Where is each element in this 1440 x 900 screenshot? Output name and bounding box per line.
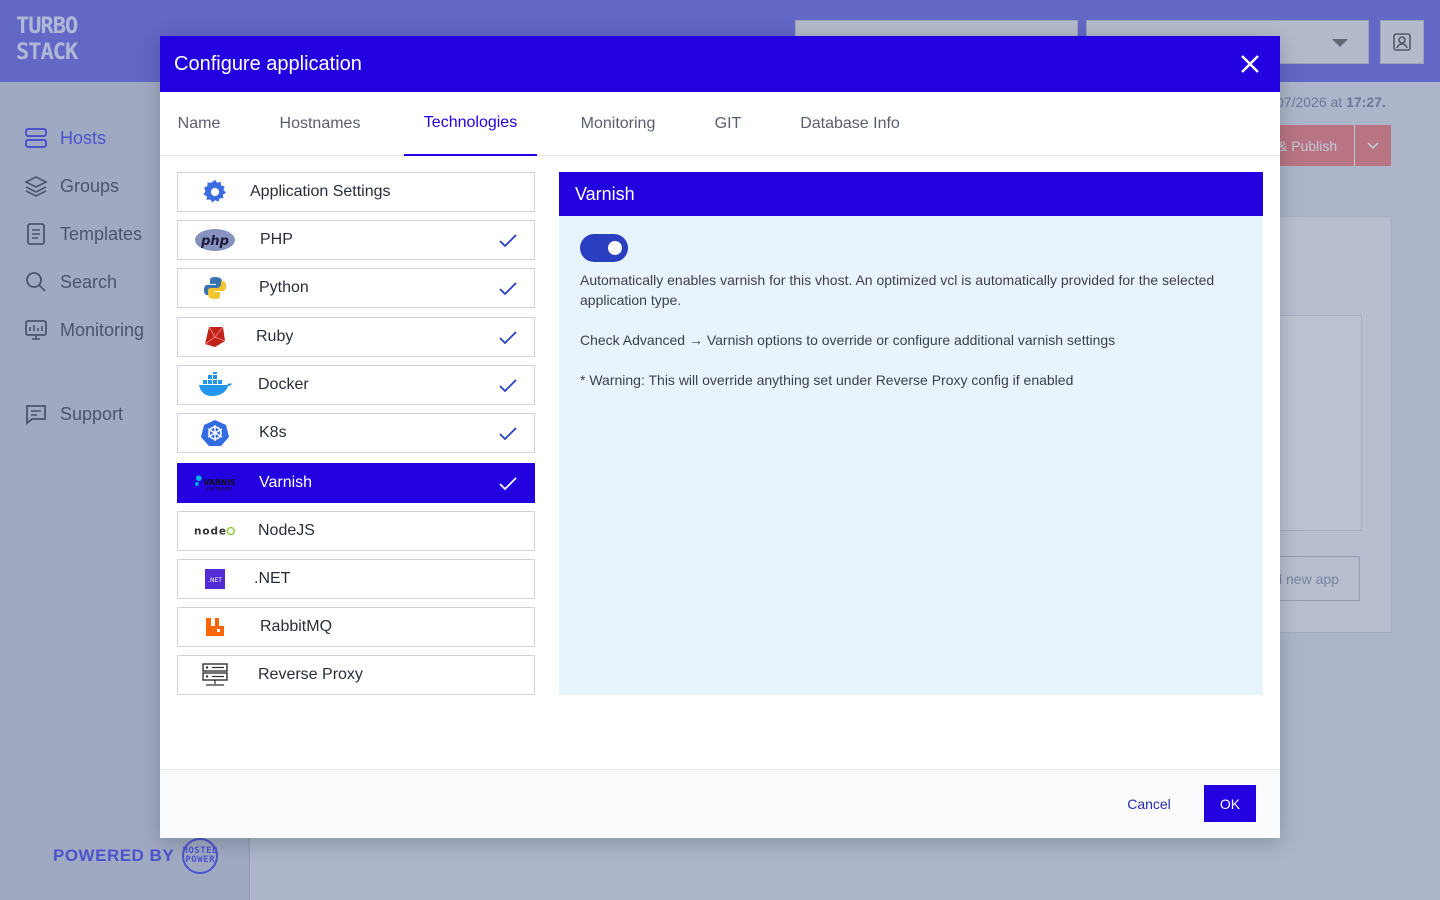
- docker-logo-icon: [194, 370, 236, 400]
- rabbitmq-logo-icon: [194, 612, 236, 642]
- tech-label: Application Settings: [250, 183, 391, 200]
- tech-label: Python: [259, 279, 309, 296]
- varnish-warning: * Warning: This will override anything s…: [580, 372, 1074, 388]
- svg-text:VARNISH: VARNISH: [204, 478, 236, 487]
- tech-item-nodejs[interactable]: node NodeJS: [177, 511, 535, 551]
- tech-item-php[interactable]: php PHP: [177, 220, 535, 260]
- tab-technologies[interactable]: Technologies: [404, 92, 537, 156]
- varnish-advanced-note: Check Advanced → Varnish options to over…: [580, 332, 1116, 348]
- nodejs-logo-icon: node: [194, 516, 236, 546]
- tech-item-ruby[interactable]: Ruby: [177, 317, 535, 357]
- tech-label: RabbitMQ: [260, 618, 333, 635]
- tech-label: K8s: [259, 424, 287, 441]
- svg-text:.NET: .NET: [208, 577, 222, 584]
- svg-text:node: node: [194, 526, 227, 538]
- php-logo-icon: php: [194, 225, 236, 255]
- detail-title: Varnish: [559, 172, 1263, 216]
- svg-text:SOFTWARE: SOFTWARE: [205, 487, 231, 493]
- tech-label: Varnish: [259, 474, 313, 491]
- checkmark-icon: [499, 477, 517, 491]
- tech-label: .NET: [254, 570, 291, 587]
- varnish-logo-icon: VARNISHSOFTWARE: [194, 468, 236, 498]
- tech-label: Reverse Proxy: [258, 666, 363, 683]
- tab-name[interactable]: Name: [160, 92, 238, 156]
- tech-label: Ruby: [256, 328, 294, 345]
- checkmark-icon: [499, 234, 517, 248]
- tab-monitoring[interactable]: Monitoring: [562, 92, 674, 156]
- tech-label: NodeJS: [258, 522, 315, 539]
- kubernetes-logo-icon: [194, 418, 236, 448]
- ruby-logo-icon: [194, 322, 236, 352]
- tech-item-docker[interactable]: Docker: [177, 365, 535, 405]
- tech-item-application-settings[interactable]: Application Settings: [177, 172, 535, 212]
- tech-label: Docker: [258, 376, 309, 393]
- tech-item-rabbitmq[interactable]: RabbitMQ: [177, 607, 535, 647]
- tech-item-k8s[interactable]: K8s: [177, 413, 535, 453]
- tech-item-dotnet[interactable]: .NET .NET: [177, 559, 535, 599]
- gear-icon: [194, 177, 236, 207]
- tab-hostnames[interactable]: Hostnames: [260, 92, 380, 156]
- varnish-enable-toggle[interactable]: [580, 234, 628, 262]
- ok-button[interactable]: OK: [1204, 785, 1256, 822]
- technology-detail-panel: Varnish Automatically enables varnish fo…: [559, 172, 1263, 695]
- checkmark-icon: [499, 331, 517, 345]
- svg-text:php: php: [200, 234, 229, 249]
- checkmark-icon: [499, 427, 517, 441]
- tech-item-python[interactable]: Python: [177, 268, 535, 308]
- server-rack-icon: [194, 660, 236, 690]
- python-logo-icon: [194, 273, 236, 303]
- modal-footer: Cancel OK: [160, 769, 1280, 838]
- configure-application-modal: Configure application Name Hostnames Tec…: [160, 36, 1280, 838]
- close-icon[interactable]: [1238, 52, 1262, 76]
- toggle-knob: [608, 241, 622, 255]
- tech-item-varnish[interactable]: VARNISHSOFTWARE Varnish: [177, 463, 535, 503]
- varnish-description: Automatically enables varnish for this v…: [580, 272, 1215, 308]
- modal-title: Configure application: [174, 52, 362, 75]
- tech-item-reverse-proxy[interactable]: Reverse Proxy: [177, 655, 535, 695]
- checkmark-icon: [499, 282, 517, 296]
- tech-label: PHP: [260, 231, 293, 248]
- tab-git[interactable]: GIT: [700, 92, 756, 156]
- cancel-button[interactable]: Cancel: [1116, 786, 1182, 822]
- tab-bar: Name Hostnames Technologies Monitoring G…: [160, 92, 1280, 156]
- dotnet-logo-icon: .NET: [194, 564, 236, 594]
- tab-database-info[interactable]: Database Info: [780, 92, 920, 156]
- checkmark-icon: [499, 379, 517, 393]
- modal-header: Configure application: [160, 36, 1280, 92]
